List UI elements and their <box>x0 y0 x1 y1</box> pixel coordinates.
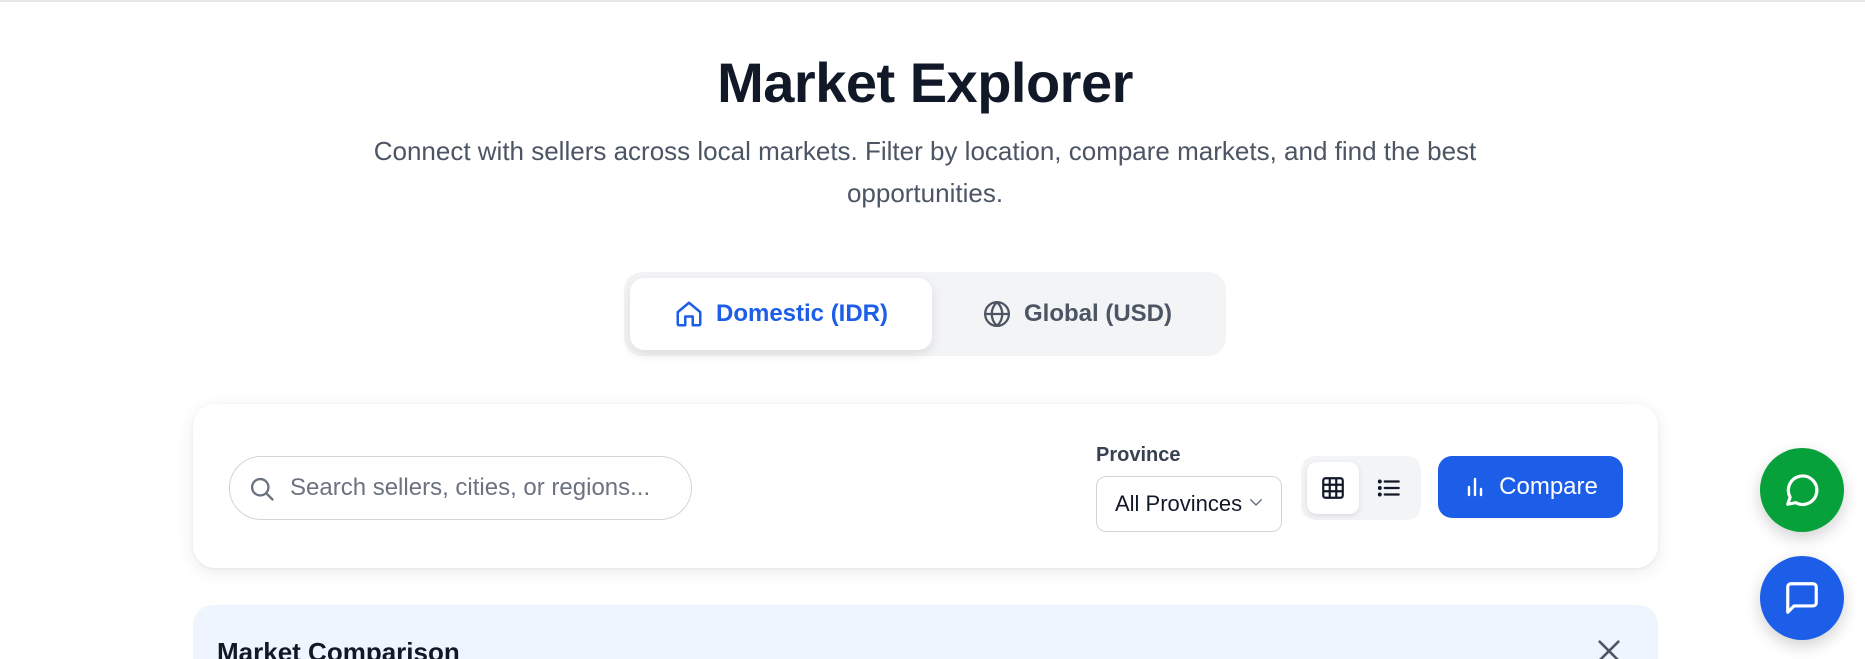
global-tab-label: Global (USD) <box>1024 300 1172 327</box>
view-mode-toggle <box>1301 456 1421 520</box>
domestic-tab-label: Domestic (IDR) <box>715 300 889 327</box>
global-tab[interactable]: Global (USD) <box>932 278 1222 350</box>
grid-view-button[interactable] <box>1307 462 1359 514</box>
province-label: Province <box>1096 444 1181 466</box>
domestic-tab[interactable]: Domestic (IDR) <box>630 278 932 350</box>
filter-bar: Province All Provinces Compare <box>193 404 1658 568</box>
province-selected-value: All Provinces <box>1115 491 1243 516</box>
list-view-button[interactable] <box>1363 462 1415 514</box>
province-select[interactable]: All Provinces <box>1096 476 1282 532</box>
page-title: Market Explorer <box>717 51 1133 114</box>
whatsapp-icon <box>1786 474 1819 507</box>
whatsapp-chat-button[interactable] <box>1760 448 1844 532</box>
market-comparison-panel: Market Comparison <box>193 605 1658 659</box>
chevron-down-icon <box>1250 499 1262 506</box>
compare-button-label: Compare <box>1499 473 1598 500</box>
search-box <box>229 456 692 520</box>
compare-button[interactable]: Compare <box>1438 456 1623 518</box>
chat-button[interactable] <box>1760 556 1844 640</box>
bar-chart-icon <box>1467 477 1483 497</box>
search-input[interactable] <box>230 457 691 519</box>
message-square-icon <box>1786 582 1818 614</box>
close-icon[interactable] <box>1595 637 1623 659</box>
list-icon <box>1377 479 1400 497</box>
search-icon <box>250 477 274 501</box>
grid-icon <box>1322 477 1344 499</box>
top-divider <box>0 0 1865 2</box>
globe-icon <box>984 301 1010 327</box>
page-subtitle: Connect with sellers across local market… <box>373 136 1477 208</box>
home-icon <box>676 301 702 327</box>
comparison-title: Market Comparison <box>217 637 460 659</box>
market-type-toggle: Domestic (IDR) Global (USD) <box>624 272 1226 356</box>
